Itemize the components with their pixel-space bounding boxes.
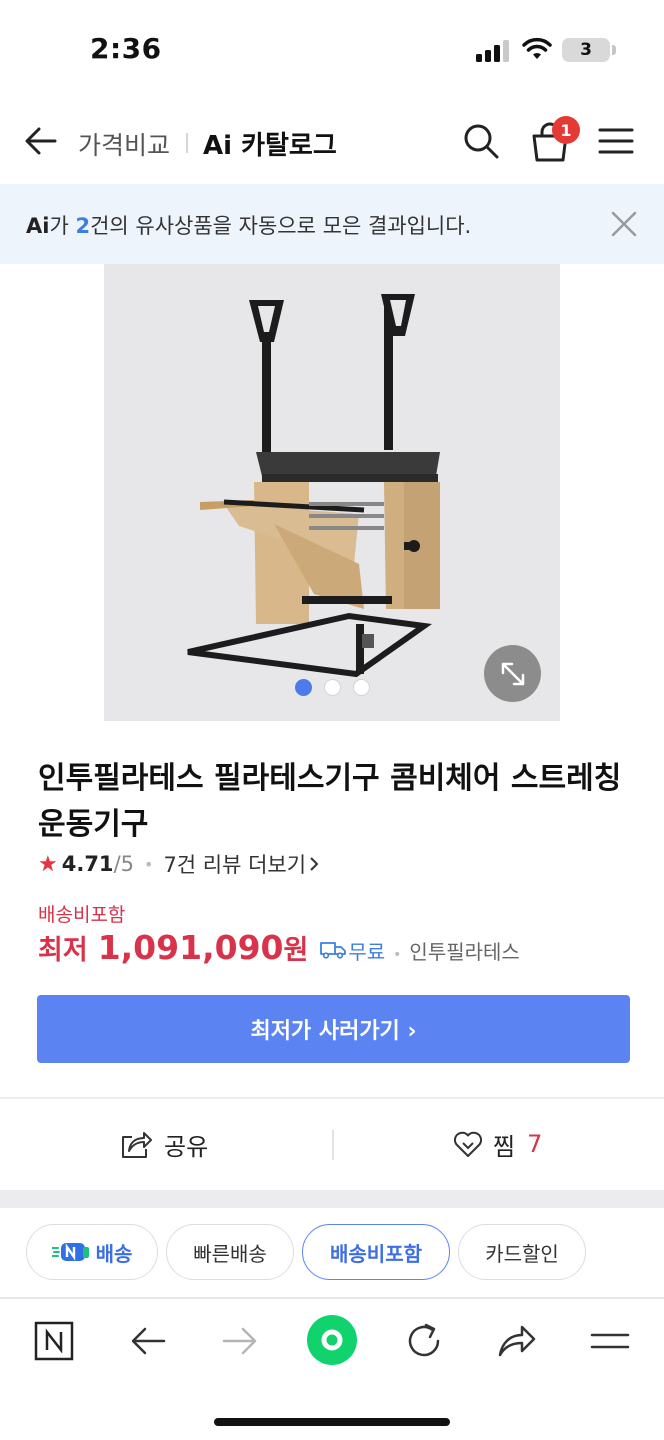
share-label: 공유: [164, 1132, 209, 1161]
wifi-icon: [522, 37, 552, 59]
pagination-dot[interactable]: [324, 679, 341, 696]
share-button[interactable]: 공유: [120, 1126, 208, 1162]
ai-banner-text-before: 가: [49, 214, 76, 238]
close-icon[interactable]: [610, 210, 638, 238]
seller-name[interactable]: 인투필라테스: [409, 936, 519, 965]
search-icon[interactable]: [462, 122, 500, 160]
chip-card-discount[interactable]: 카드할인: [458, 1224, 586, 1280]
shipping-included-label: 배송비포함: [38, 904, 126, 926]
ai-banner-text-after: 건의 유사상품을 자동으로 모은 결과입니다.: [90, 214, 472, 238]
back-arrow-icon[interactable]: [24, 124, 58, 158]
rating-value: 4.71: [61, 852, 114, 876]
battery-level: 3: [580, 40, 592, 60]
product-title: 인투필라테스 필라테스기구 콤비체어 스트레칭 운동기구: [38, 761, 622, 842]
dot-separator: •: [144, 854, 154, 874]
chevron-right-icon: [310, 857, 319, 871]
truck-icon: [320, 942, 347, 959]
pagination-dot-active[interactable]: [295, 679, 312, 696]
ai-catalog-title: Ai 카탈로그: [203, 131, 337, 161]
battery-tip: [612, 45, 616, 55]
rating-max: /5: [113, 852, 134, 876]
review-link[interactable]: 7건 리뷰 더보기: [163, 849, 306, 879]
header-divider: [186, 133, 188, 153]
heart-icon: [453, 1131, 483, 1157]
n-delivery-icon: [51, 1243, 89, 1261]
naver-home-icon[interactable]: [34, 1321, 74, 1361]
expand-icon: [501, 662, 524, 685]
price-value: 1,091,090: [97, 928, 284, 967]
status-time: 2:36: [90, 32, 162, 65]
like-button[interactable]: 찜 7: [453, 1126, 542, 1162]
chip-n-delivery[interactable]: 배송: [26, 1224, 158, 1280]
price-unit: 원: [283, 935, 309, 966]
share-icon[interactable]: [496, 1321, 536, 1361]
rating-row: ★ 4.71 /5 • 7건 리뷰 더보기: [38, 850, 320, 878]
action-divider: [332, 1130, 334, 1160]
cellular-signal-icon: [476, 40, 509, 62]
forward-icon[interactable]: [220, 1321, 260, 1361]
price-compare-link[interactable]: 가격비교: [78, 126, 170, 162]
chip-shipping-included[interactable]: 배송비포함: [302, 1224, 450, 1280]
free-shipping-label: 무료: [348, 939, 386, 964]
free-shipping: 무료: [320, 936, 385, 965]
section-separator: [0, 1190, 664, 1208]
ai-banner-count: 2: [75, 214, 91, 238]
share-icon: [122, 1132, 152, 1158]
like-label: 찜: [493, 1132, 516, 1161]
back-icon[interactable]: [128, 1321, 168, 1361]
zoom-button[interactable]: [484, 645, 541, 702]
status-bar: 2:36 3: [0, 0, 664, 100]
star-icon: ★: [38, 851, 58, 877]
menu-icon[interactable]: [590, 1321, 630, 1361]
pagination-dot[interactable]: [353, 679, 370, 696]
filter-chips: 배송 빠른배송 배송비포함 카드할인: [26, 1224, 586, 1280]
green-dot-icon[interactable]: [306, 1314, 358, 1366]
battery-icon: 3: [562, 38, 610, 62]
dot-separator: •: [393, 947, 402, 963]
ai-logo: Ai: [26, 214, 50, 238]
ai-info-banner: Ai가 2건의 유사상품을 자동으로 모은 결과입니다.: [0, 184, 664, 264]
like-count: 7: [527, 1130, 543, 1158]
price-prefix: 최저: [38, 935, 88, 966]
hamburger-menu-icon[interactable]: [598, 126, 634, 156]
buy-lowest-price-button[interactable]: 최저가 사러가기 ›: [37, 995, 630, 1063]
refresh-icon[interactable]: [404, 1321, 444, 1361]
ai-banner-text: Ai가 2건의 유사상품을 자동으로 모은 결과입니다.: [26, 210, 471, 240]
section-divider: [0, 1097, 664, 1099]
image-pagination: [295, 679, 370, 696]
chip-label: 배송: [95, 1241, 133, 1266]
chip-fast-delivery[interactable]: 빠른배송: [166, 1224, 294, 1280]
cart-count-badge: 1: [552, 116, 580, 144]
home-indicator: [214, 1418, 450, 1426]
price-row: 최저 1,091,090 원 무료 • 인투필라테스: [38, 928, 520, 972]
